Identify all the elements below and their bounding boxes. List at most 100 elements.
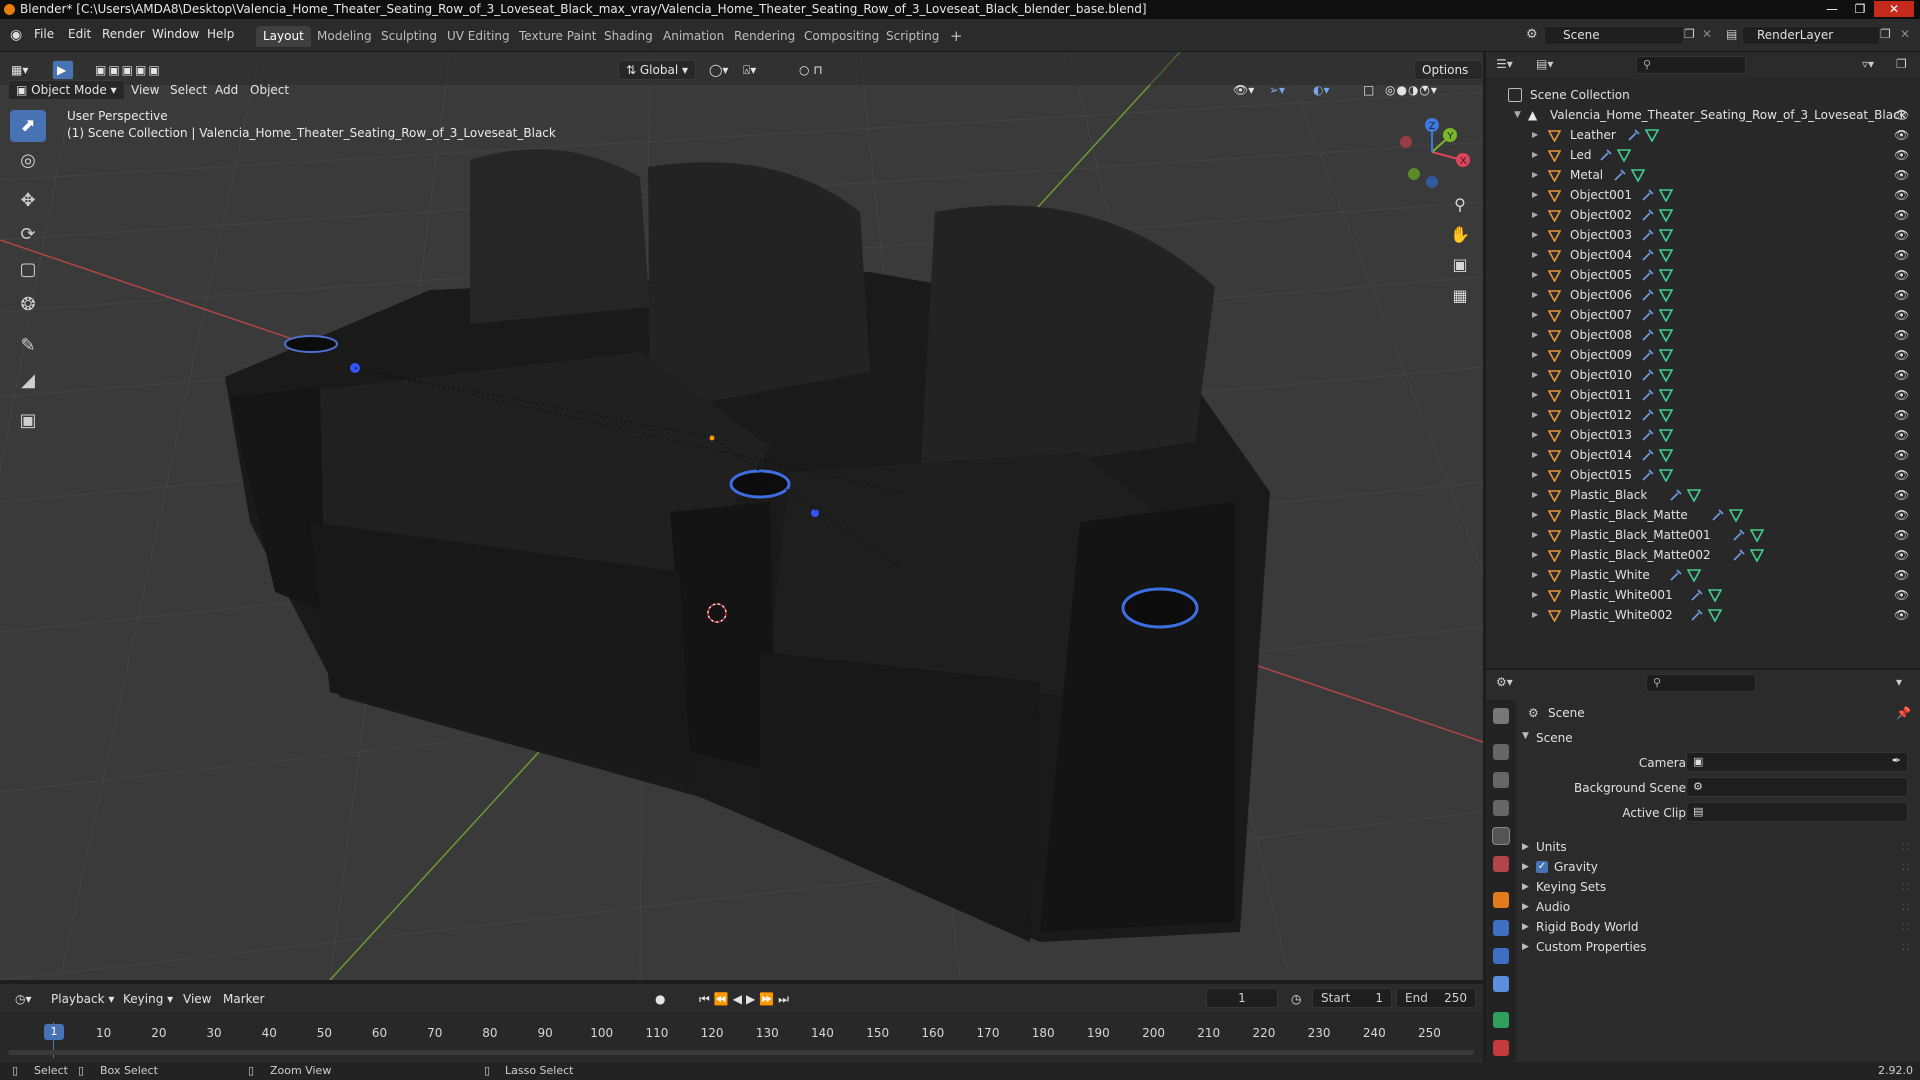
scene-tab-icon[interactable] bbox=[1492, 827, 1510, 845]
eye-icon[interactable]: 👁 bbox=[1894, 405, 1909, 425]
modifier-wrench-icon[interactable] bbox=[1641, 208, 1655, 222]
pan-hand-icon[interactable]: ✋ bbox=[1447, 222, 1473, 248]
delete-view-layer-icon[interactable]: ✕ bbox=[1900, 27, 1910, 41]
modifier-wrench-icon[interactable] bbox=[1690, 588, 1704, 602]
eye-icon[interactable]: 👁 bbox=[1894, 245, 1909, 265]
tool-tab-icon[interactable] bbox=[1493, 708, 1509, 724]
new-view-layer-icon[interactable]: ❐ bbox=[1880, 27, 1891, 41]
outliner-object-row[interactable]: ▶ Object002 👁 bbox=[1486, 205, 1920, 225]
current-frame-field[interactable]: 1 bbox=[1206, 988, 1278, 1008]
expand-arrow-icon[interactable]: ▶ bbox=[1532, 545, 1538, 565]
eye-icon[interactable]: 👁 bbox=[1894, 505, 1909, 525]
start-frame-field[interactable]: Start 1 bbox=[1312, 988, 1392, 1008]
select-menu[interactable]: Select bbox=[163, 80, 214, 100]
outliner-object-row[interactable]: ▶ Object015 👁 bbox=[1486, 465, 1920, 485]
section-keying-sets[interactable]: Keying Sets bbox=[1536, 880, 1606, 894]
modifier-tab-icon[interactable] bbox=[1493, 920, 1509, 936]
close-window-button[interactable]: ✕ bbox=[1874, 1, 1914, 17]
outliner-object-row[interactable]: ▶ Object004 👁 bbox=[1486, 245, 1920, 265]
modifier-wrench-icon[interactable] bbox=[1641, 268, 1655, 282]
mesh-data-icon[interactable] bbox=[1616, 148, 1632, 163]
playback-controls[interactable]: ⏮⏪◀▶⏩⏭ bbox=[692, 989, 800, 1009]
section-expand-icon[interactable]: ▶ bbox=[1522, 862, 1529, 872]
object-tab-icon[interactable] bbox=[1493, 892, 1509, 908]
menu-render[interactable]: Render bbox=[102, 27, 145, 41]
outliner-object-row[interactable]: ▶ Object009 👁 bbox=[1486, 345, 1920, 365]
modifier-wrench-icon[interactable] bbox=[1732, 548, 1746, 562]
mesh-data-icon[interactable] bbox=[1630, 168, 1646, 183]
outliner-object-row[interactable]: ▶ Object014 👁 bbox=[1486, 445, 1920, 465]
mesh-data-icon[interactable] bbox=[1686, 488, 1702, 503]
expand-arrow-icon[interactable]: ▶ bbox=[1532, 245, 1538, 265]
object-mode-dropdown[interactable]: ▣ Object Mode ▾ bbox=[8, 80, 125, 100]
playhead-marker[interactable]: 1 bbox=[44, 1024, 64, 1040]
outliner-collection-row[interactable]: ▼ ▲ Valencia_Home_Theater_Seating_Row_of… bbox=[1486, 105, 1920, 125]
drag-handle-icon[interactable]: ∷ bbox=[1902, 920, 1910, 934]
modifier-wrench-icon[interactable] bbox=[1599, 148, 1613, 162]
menu-window[interactable]: Window bbox=[152, 27, 199, 41]
expand-arrow-icon[interactable]: ▶ bbox=[1532, 365, 1538, 385]
expand-arrow-icon[interactable]: ▶ bbox=[1532, 285, 1538, 305]
outliner-object-row[interactable]: ▶ Object008 👁 bbox=[1486, 325, 1920, 345]
modifier-wrench-icon[interactable] bbox=[1641, 408, 1655, 422]
eye-icon[interactable]: 👁 bbox=[1894, 305, 1909, 325]
outliner-object-row[interactable]: ▶ Plastic_White001 👁 bbox=[1486, 585, 1920, 605]
menu-file[interactable]: File bbox=[34, 27, 54, 41]
expand-arrow-icon[interactable]: ▶ bbox=[1532, 125, 1538, 145]
perspective-toggle-icon[interactable]: ▦ bbox=[1447, 283, 1473, 309]
mesh-data-icon[interactable] bbox=[1658, 428, 1674, 443]
outliner-object-row[interactable]: ▶ Object001 👁 bbox=[1486, 185, 1920, 205]
expand-arrow-icon[interactable]: ▶ bbox=[1532, 505, 1538, 525]
scale-tool[interactable]: ▢ bbox=[10, 254, 46, 286]
end-frame-field[interactable]: End 250 bbox=[1396, 988, 1476, 1008]
overlay-toggle-icon[interactable]: ◐▾ bbox=[1306, 80, 1337, 100]
expand-arrow-icon[interactable]: ▶ bbox=[1532, 425, 1538, 445]
texture-tab-icon[interactable] bbox=[1493, 1040, 1509, 1056]
section-expand-icon[interactable]: ▶ bbox=[1522, 842, 1529, 852]
expand-arrow-icon[interactable]: ▶ bbox=[1532, 485, 1538, 505]
mesh-data-icon[interactable] bbox=[1707, 608, 1723, 623]
active-clip-field[interactable]: ▤ bbox=[1686, 802, 1908, 822]
modifier-wrench-icon[interactable] bbox=[1732, 528, 1746, 542]
modifier-wrench-icon[interactable] bbox=[1641, 248, 1655, 262]
section-expand-icon[interactable]: ▶ bbox=[1522, 882, 1529, 892]
mesh-data-icon[interactable] bbox=[1658, 368, 1674, 383]
tab-compositing[interactable]: Compositing bbox=[797, 26, 886, 47]
object-data-tab-icon[interactable] bbox=[1493, 1012, 1509, 1028]
outliner-object-row[interactable]: ▶ Plastic_Black_Matte002 👁 bbox=[1486, 545, 1920, 565]
physics-tab-icon[interactable] bbox=[1493, 948, 1509, 964]
mesh-data-icon[interactable] bbox=[1686, 568, 1702, 583]
section-gravity[interactable]: Gravity bbox=[1554, 860, 1598, 874]
eyedropper-icon[interactable]: ✒ bbox=[1892, 754, 1901, 767]
expand-arrow-icon[interactable]: ▶ bbox=[1532, 185, 1538, 205]
outliner-editor-icon[interactable]: ☰▾ bbox=[1496, 57, 1513, 71]
tab-scripting[interactable]: Scripting bbox=[879, 26, 946, 47]
mesh-data-icon[interactable] bbox=[1749, 528, 1765, 543]
outliner-object-row[interactable]: ▶ Metal 👁 bbox=[1486, 165, 1920, 185]
tab-modeling[interactable]: Modeling bbox=[310, 26, 379, 47]
mesh-data-icon[interactable] bbox=[1658, 228, 1674, 243]
outliner-scene-collection[interactable]: Scene Collection bbox=[1486, 85, 1920, 105]
modifier-wrench-icon[interactable] bbox=[1641, 288, 1655, 302]
transform-tool[interactable]: ❂ bbox=[10, 289, 46, 321]
scene-panel-title[interactable]: Scene bbox=[1536, 731, 1573, 745]
add-workspace-button[interactable]: + bbox=[943, 26, 970, 47]
modifier-wrench-icon[interactable] bbox=[1641, 188, 1655, 202]
modifier-wrench-icon[interactable] bbox=[1613, 168, 1627, 182]
mesh-data-icon[interactable] bbox=[1658, 448, 1674, 463]
keying-menu[interactable]: Keying ▾ bbox=[116, 989, 180, 1009]
output-tab-icon[interactable] bbox=[1493, 772, 1509, 788]
eye-icon[interactable]: 👁 bbox=[1894, 605, 1909, 625]
expand-arrow-icon[interactable]: ▶ bbox=[1532, 265, 1538, 285]
tab-animation[interactable]: Animation bbox=[656, 26, 731, 47]
modifier-wrench-icon[interactable] bbox=[1669, 488, 1683, 502]
expand-arrow-icon[interactable]: ▶ bbox=[1532, 205, 1538, 225]
section-units[interactable]: Units bbox=[1536, 840, 1567, 854]
tab-uv-editing[interactable]: UV Editing bbox=[440, 26, 517, 47]
constraints-tab-icon[interactable] bbox=[1493, 976, 1509, 992]
cursor-tool[interactable]: ◎ bbox=[10, 145, 46, 177]
eye-icon[interactable]: 👁 bbox=[1894, 265, 1909, 285]
properties-options-icon[interactable]: ▾ bbox=[1896, 675, 1902, 689]
modifier-wrench-icon[interactable] bbox=[1641, 448, 1655, 462]
expand-arrow-icon[interactable]: ▶ bbox=[1532, 445, 1538, 465]
